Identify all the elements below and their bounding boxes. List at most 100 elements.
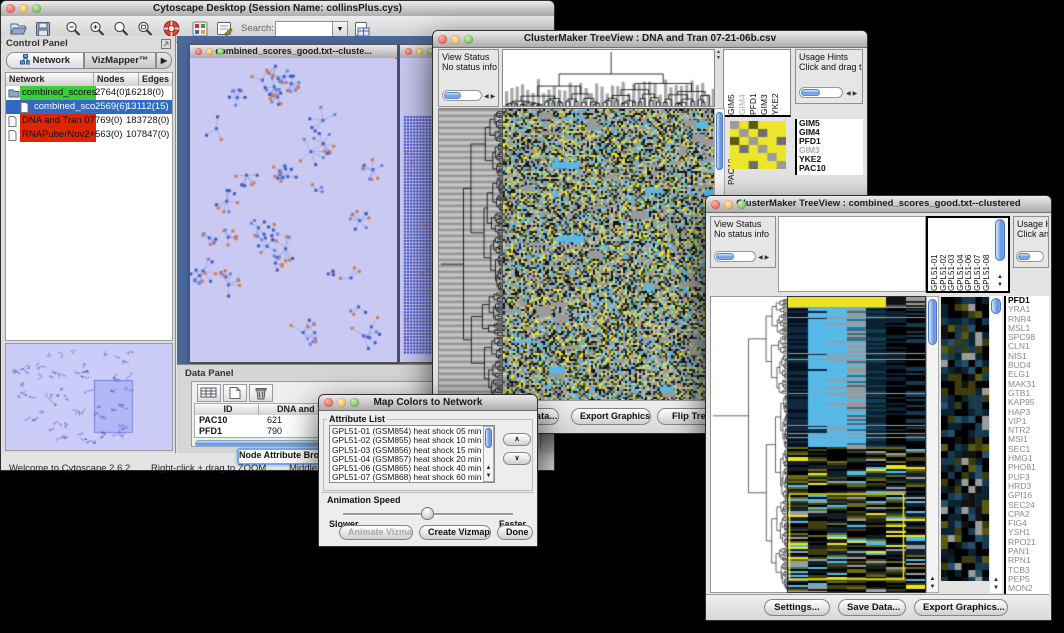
close-icon[interactable]: [405, 48, 412, 55]
attribute-list-item[interactable]: GPL51-03 (GSM856) heat shock 15 min: [332, 446, 492, 455]
tv2-hints-hscrollbar[interactable]: [1016, 251, 1044, 262]
move-down-button[interactable]: ∨: [503, 452, 531, 465]
scroll-up-icon[interactable]: ▲: [990, 577, 1002, 584]
tab-overflow-arrow[interactable]: ▶: [156, 52, 172, 69]
treeview2-titlebar[interactable]: ClusterMaker TreeView : combined_scores_…: [706, 196, 1051, 213]
minimize-icon[interactable]: [19, 4, 28, 13]
scroll-up-icon[interactable]: ▲: [994, 274, 1006, 281]
birdseye-canvas[interactable]: [6, 344, 172, 450]
treeview2-controls[interactable]: [711, 200, 746, 209]
tv1-status-hscrollbar[interactable]: [442, 90, 482, 101]
move-up-button[interactable]: ∧: [503, 433, 531, 446]
minimize-icon[interactable]: [724, 200, 733, 209]
tv1-hints-hscrollbar[interactable]: [799, 87, 843, 98]
select-attributes-button[interactable]: [197, 384, 221, 402]
animate-vizmap-button[interactable]: Animate Vizmap: [339, 525, 413, 540]
treeview1-titlebar[interactable]: ClusterMaker TreeView : DNA and Tran 07-…: [433, 31, 867, 48]
create-vizmap-button[interactable]: Create Vizmap: [419, 525, 491, 540]
main-titlebar[interactable]: Cytoscape Desktop (Session Name: collins…: [1, 1, 554, 17]
done-button[interactable]: Done: [497, 525, 533, 540]
network-view-2-controls[interactable]: [405, 48, 434, 55]
zoom-window-icon[interactable]: [737, 200, 746, 209]
tv2-zoom-vscrollbar[interactable]: ▲ ▼: [990, 296, 1002, 593]
minimize-icon[interactable]: [451, 35, 460, 44]
tv1-export-graphics-button[interactable]: Export Graphics...: [571, 408, 651, 425]
close-icon[interactable]: [438, 35, 447, 44]
tv1-row-dendrogram-canvas[interactable]: [438, 108, 503, 402]
network-row[interactable]: combined_scores2764(0)16218(0): [6, 86, 172, 100]
scrollbar-thumb[interactable]: [991, 298, 1001, 314]
attribute-list-vscrollbar[interactable]: ▲ ▼: [483, 426, 494, 482]
scrollbar-thumb[interactable]: [716, 112, 723, 170]
tv1-col-strip: ▲▼: [715, 49, 722, 107]
tv1-column-dendrogram-canvas[interactable]: [502, 49, 715, 107]
zoom-window-icon[interactable]: [350, 398, 359, 407]
minimize-icon[interactable]: [206, 48, 213, 55]
new-attribute-button[interactable]: [223, 384, 247, 402]
scroll-down-icon[interactable]: ▼: [990, 585, 1002, 592]
birdseye-panel[interactable]: [5, 343, 173, 451]
scroll-left-right-icons[interactable]: ◀▶: [484, 92, 497, 102]
tv1-correlation-matrix-canvas[interactable]: [730, 121, 786, 169]
tv1-matrix-labels: GIM5GIM4PFD1GIM3YKE2PAC10: [795, 119, 863, 175]
close-icon[interactable]: [324, 398, 333, 407]
attribute-list-item[interactable]: GPL51-01 (GSM854) heat shock 05 min: [332, 427, 492, 436]
tv1-heatmap-canvas[interactable]: [502, 108, 715, 402]
treeview2-window: ClusterMaker TreeView : combined_scores_…: [705, 195, 1052, 621]
col-id[interactable]: ID: [195, 404, 259, 415]
map-dialog-titlebar[interactable]: Map Colors to Network: [319, 395, 537, 411]
scroll-up-icon[interactable]: ▲: [927, 576, 938, 583]
network-row[interactable]: combined_sco2569(6)13112(15): [6, 100, 172, 114]
scrollbar-thumb[interactable]: [485, 428, 492, 448]
minimize-icon[interactable]: [416, 48, 423, 55]
tab-vizmapper[interactable]: VizMapper™: [84, 52, 156, 69]
scrollbar-thumb[interactable]: [928, 299, 937, 345]
attribute-list-item[interactable]: GPL51-06 (GSM865) heat shock 40 min: [332, 464, 492, 473]
scroll-down-icon[interactable]: ▼: [484, 473, 493, 480]
speed-slider-thumb[interactable]: [421, 507, 434, 520]
col-nodes[interactable]: Nodes: [94, 73, 139, 86]
scroll-left-right-icons[interactable]: ◀▶: [846, 89, 859, 99]
attribute-list-item[interactable]: GPL51-07 (GSM868) heat shock 60 min: [332, 473, 492, 482]
zoom-window-icon[interactable]: [32, 4, 41, 13]
network-row[interactable]: DNA and Tran 07769(0)183728(0): [6, 114, 172, 128]
zoom-window-icon[interactable]: [464, 35, 473, 44]
tv2-settings-button[interactable]: Settings...: [764, 599, 830, 616]
tv2-row-dendrogram-canvas[interactable]: [710, 296, 788, 593]
tv2-save-data-button[interactable]: Save Data...: [838, 599, 906, 616]
scroll-left-right-icons[interactable]: ◀▶: [758, 253, 771, 263]
tv2-status-hscrollbar[interactable]: [714, 251, 756, 262]
zoom-window-icon[interactable]: [217, 48, 224, 55]
scrollbar-thumb[interactable]: [995, 219, 1005, 261]
map-dialog-controls[interactable]: [324, 398, 359, 407]
attribute-list-item[interactable]: GPL51-02 (GSM855) heat shock 10 min: [332, 436, 492, 445]
col-network[interactable]: Network: [6, 73, 94, 86]
attribute-list-item[interactable]: GPL51-04 (GSM857) heat shock 20 min: [332, 455, 492, 464]
scroll-up-icon[interactable]: ▲: [484, 465, 493, 472]
network-canvas[interactable]: [190, 58, 395, 360]
tab-network[interactable]: Network: [6, 52, 84, 69]
close-icon[interactable]: [711, 200, 720, 209]
scroll-down-icon[interactable]: ▼: [994, 282, 1006, 289]
tv2-collabel-vscrollbar[interactable]: ▲ ▼: [994, 218, 1006, 290]
close-icon[interactable]: [195, 48, 202, 55]
attribute-listbox[interactable]: GPL51-01 (GSM854) heat shock 05 minGPL51…: [329, 425, 495, 483]
float-panel-icon[interactable]: [160, 37, 172, 49]
network-row[interactable]: RNAPuberNov2+|563(0)107847(0): [6, 128, 172, 142]
close-icon[interactable]: [6, 4, 15, 13]
tv2-zoom-heatmap-canvas[interactable]: [941, 297, 989, 581]
tv2-heatmap-vscrollbar[interactable]: ▲ ▼: [926, 296, 939, 593]
col-edges[interactable]: Edges: [139, 73, 172, 86]
tv2-export-graphics-button[interactable]: Export Graphics...: [914, 599, 1008, 616]
network-view-titlebar[interactable]: combined_scores_good.txt--cluste...: [190, 45, 397, 59]
minimize-icon[interactable]: [337, 398, 346, 407]
network-view-controls[interactable]: [195, 48, 224, 55]
help-lifering-icon[interactable]: [162, 19, 180, 37]
search-input[interactable]: [275, 21, 333, 37]
tv2-heatmap-canvas[interactable]: [787, 296, 926, 593]
tv2-column-dendrogram-area[interactable]: [778, 216, 926, 292]
window-controls[interactable]: [6, 4, 41, 13]
treeview1-controls[interactable]: [438, 35, 473, 44]
delete-attribute-trash-icon[interactable]: [249, 384, 273, 402]
scroll-down-icon[interactable]: ▼: [927, 584, 938, 591]
